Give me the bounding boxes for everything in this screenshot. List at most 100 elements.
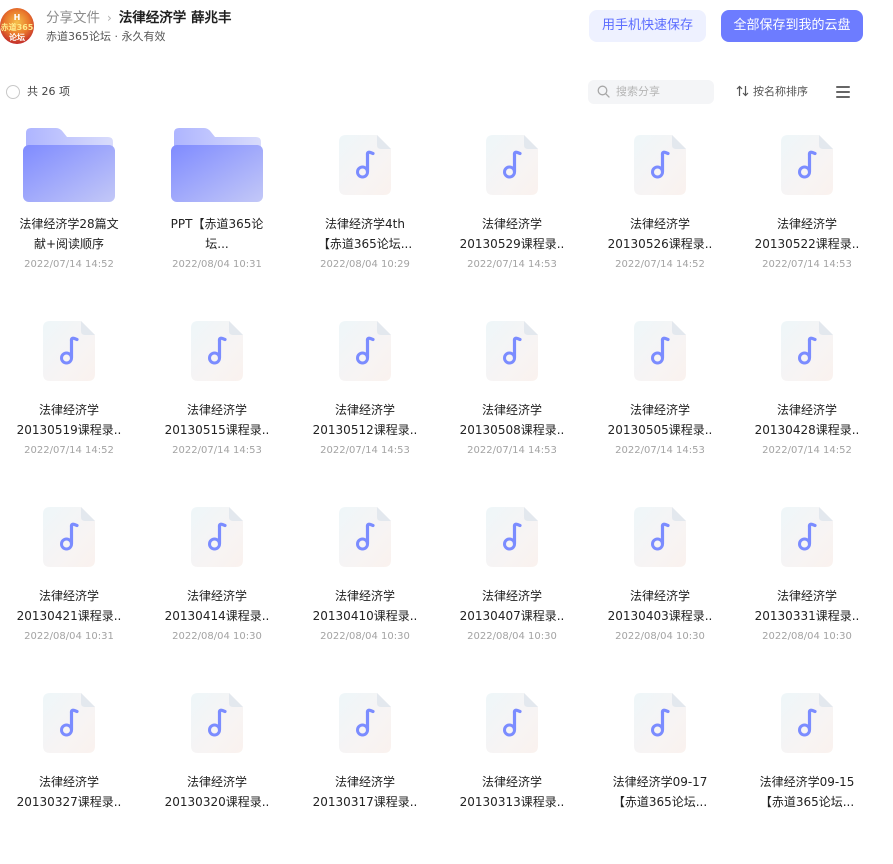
folder-item[interactable]: 法律经济学28篇文 献+阅读顺序 2022/07/14 14:52 bbox=[0, 120, 143, 306]
item-name: 法律经济学 20130515课程录.. bbox=[143, 401, 291, 440]
item-name: 法律经济学 20130327课程录.. bbox=[0, 773, 143, 812]
item-name: 法律经济学4th 【赤道365论坛... bbox=[291, 215, 439, 254]
breadcrumb-separator: › bbox=[107, 11, 112, 25]
sort-by-name-button[interactable]: 按名称排序 bbox=[736, 85, 808, 99]
file-item[interactable]: 法律经济学 20130505课程录.. 2022/07/14 14:53 bbox=[586, 306, 734, 492]
item-name-line: 法律经济学 bbox=[776, 589, 837, 603]
file-item[interactable]: 法律经济学 20130327课程录.. bbox=[0, 678, 143, 864]
item-name-line: 献+阅读顺序 bbox=[33, 236, 105, 251]
file-item[interactable]: 法律经济学 20130428课程录.. 2022/07/14 14:52 bbox=[733, 306, 881, 492]
item-name: 法律经济学 20130428课程录.. bbox=[733, 401, 881, 440]
sharer-avatar: H 赤道365 论坛 bbox=[0, 8, 34, 44]
item-name-line: 坛... bbox=[205, 236, 229, 251]
item-thumbnail bbox=[733, 306, 881, 396]
item-name-line: 20130407课程录.. bbox=[459, 608, 565, 623]
item-thumbnail bbox=[0, 492, 143, 582]
item-name-line: 20130414课程录.. bbox=[164, 608, 270, 623]
item-date: 2022/08/04 10:30 bbox=[615, 631, 705, 642]
item-name: 法律经济学 20130313课程录.. bbox=[438, 773, 586, 812]
item-thumbnail bbox=[143, 678, 291, 768]
item-count: 共 26 项 bbox=[27, 85, 70, 98]
item-name: 法律经济学 20130320课程录.. bbox=[143, 773, 291, 812]
item-name: 法律经济学 20130526课程录.. bbox=[586, 215, 734, 254]
save-all-to-cloud-button[interactable]: 全部保存到我的云盘 bbox=[721, 10, 863, 42]
file-item[interactable]: 法律经济学 20130414课程录.. 2022/08/04 10:30 bbox=[143, 492, 291, 678]
audio-file-icon bbox=[339, 321, 391, 381]
file-item[interactable]: 法律经济学 20130522课程录.. 2022/07/14 14:53 bbox=[733, 120, 881, 306]
item-name: 法律经济学09-15 【赤道365论坛... bbox=[733, 773, 881, 812]
file-item[interactable]: 法律经济学 20130515课程录.. 2022/07/14 14:53 bbox=[143, 306, 291, 492]
item-date: 2022/08/04 10:30 bbox=[320, 631, 410, 642]
item-name-line: 法律经济学28篇文 bbox=[19, 217, 119, 231]
file-item[interactable]: 法律经济学 20130331课程录.. 2022/08/04 10:30 bbox=[733, 492, 881, 678]
audio-file-icon bbox=[486, 507, 538, 567]
audio-file-icon bbox=[339, 693, 391, 753]
item-name-line: 20130512课程录.. bbox=[312, 422, 418, 437]
file-item[interactable]: 法律经济学 20130529课程录.. 2022/07/14 14:53 bbox=[438, 120, 586, 306]
file-item[interactable]: 法律经济学 20130403课程录.. 2022/08/04 10:30 bbox=[586, 492, 734, 678]
audio-file-icon bbox=[634, 693, 686, 753]
select-all-checkbox[interactable] bbox=[6, 85, 20, 99]
audio-file-icon bbox=[781, 135, 833, 195]
item-name-line: 法律经济学 bbox=[481, 217, 542, 231]
search-placeholder: 搜索分享 bbox=[616, 85, 660, 98]
file-item[interactable]: 法律经济学09-15 【赤道365论坛... bbox=[733, 678, 881, 864]
folder-item[interactable]: PPT【赤道365论 坛... 2022/08/04 10:31 bbox=[143, 120, 291, 306]
file-item[interactable]: 法律经济学09-17 【赤道365论坛... bbox=[586, 678, 734, 864]
item-thumbnail bbox=[143, 306, 291, 396]
audio-file-icon bbox=[43, 507, 95, 567]
item-name-line: 法律经济学4th bbox=[325, 217, 405, 231]
item-date: 2022/07/14 14:53 bbox=[762, 259, 852, 270]
item-name-line: 法律经济学09-15 bbox=[759, 775, 855, 789]
item-name-line: 法律经济学 bbox=[481, 589, 542, 603]
audio-file-icon bbox=[191, 693, 243, 753]
breadcrumb-root-link[interactable]: 分享文件 bbox=[46, 10, 100, 26]
item-name-line: 【赤道365论坛... bbox=[317, 236, 413, 251]
item-name: 法律经济学 20130421课程录.. bbox=[0, 587, 143, 626]
audio-file-icon bbox=[486, 321, 538, 381]
item-name-line: 20130331课程录.. bbox=[754, 608, 860, 623]
item-name-line: 法律经济学 bbox=[776, 403, 837, 417]
item-name-line: 法律经济学 bbox=[776, 217, 837, 231]
file-item[interactable]: 法律经济学 20130313课程录.. bbox=[438, 678, 586, 864]
item-name-line: 法律经济学 bbox=[481, 403, 542, 417]
audio-file-icon bbox=[191, 507, 243, 567]
file-item[interactable]: 法律经济学 20130407课程录.. 2022/08/04 10:30 bbox=[438, 492, 586, 678]
item-name-line: 20130410课程录.. bbox=[312, 608, 418, 623]
file-item[interactable]: 法律经济学 20130410课程录.. 2022/08/04 10:30 bbox=[291, 492, 439, 678]
item-name: 法律经济学 20130407课程录.. bbox=[438, 587, 586, 626]
item-thumbnail bbox=[586, 678, 734, 768]
file-item[interactable]: 法律经济学 20130421课程录.. 2022/08/04 10:31 bbox=[0, 492, 143, 678]
item-thumbnail bbox=[0, 678, 143, 768]
save-via-phone-button[interactable]: 用手机快速保存 bbox=[589, 10, 706, 42]
item-thumbnail bbox=[438, 678, 586, 768]
search-icon bbox=[597, 85, 610, 98]
page-title: 法律经济学 薛兆丰 bbox=[118, 10, 232, 26]
file-item[interactable]: 法律经济学4th 【赤道365论坛... 2022/08/04 10:29 bbox=[291, 120, 439, 306]
audio-file-icon bbox=[486, 135, 538, 195]
item-name-line: 20130526课程录.. bbox=[607, 236, 713, 251]
item-name: 法律经济学 20130331课程录.. bbox=[733, 587, 881, 626]
audio-file-icon bbox=[781, 693, 833, 753]
avatar-text-1: H bbox=[13, 13, 21, 22]
file-item[interactable]: 法律经济学 20130512课程录.. 2022/07/14 14:53 bbox=[291, 306, 439, 492]
file-item[interactable]: 法律经济学 20130320课程录.. bbox=[143, 678, 291, 864]
item-name: 法律经济学 20130519课程录.. bbox=[0, 401, 143, 440]
file-item[interactable]: 法律经济学 20130317课程录.. bbox=[291, 678, 439, 864]
item-name-line: 20130505课程录.. bbox=[607, 422, 713, 437]
item-thumbnail bbox=[733, 120, 881, 210]
item-name: 法律经济学 20130505课程录.. bbox=[586, 401, 734, 440]
item-name: 法律经济学 20130522课程录.. bbox=[733, 215, 881, 254]
search-input[interactable]: 搜索分享 bbox=[588, 80, 714, 104]
audio-file-icon bbox=[634, 321, 686, 381]
item-thumbnail bbox=[143, 120, 291, 210]
file-item[interactable]: 法律经济学 20130508课程录.. 2022/07/14 14:53 bbox=[438, 306, 586, 492]
audio-file-icon bbox=[634, 135, 686, 195]
item-date: 2022/08/04 10:31 bbox=[24, 631, 114, 642]
file-item[interactable]: 法律经济学 20130519课程录.. 2022/07/14 14:52 bbox=[0, 306, 143, 492]
item-name-line: 20130515课程录.. bbox=[164, 422, 270, 437]
item-name-line: 20130320课程录.. bbox=[164, 794, 270, 809]
item-name-line: 【赤道365论坛... bbox=[612, 794, 708, 809]
view-menu-icon[interactable] bbox=[836, 86, 850, 98]
file-item[interactable]: 法律经济学 20130526课程录.. 2022/07/14 14:52 bbox=[586, 120, 734, 306]
